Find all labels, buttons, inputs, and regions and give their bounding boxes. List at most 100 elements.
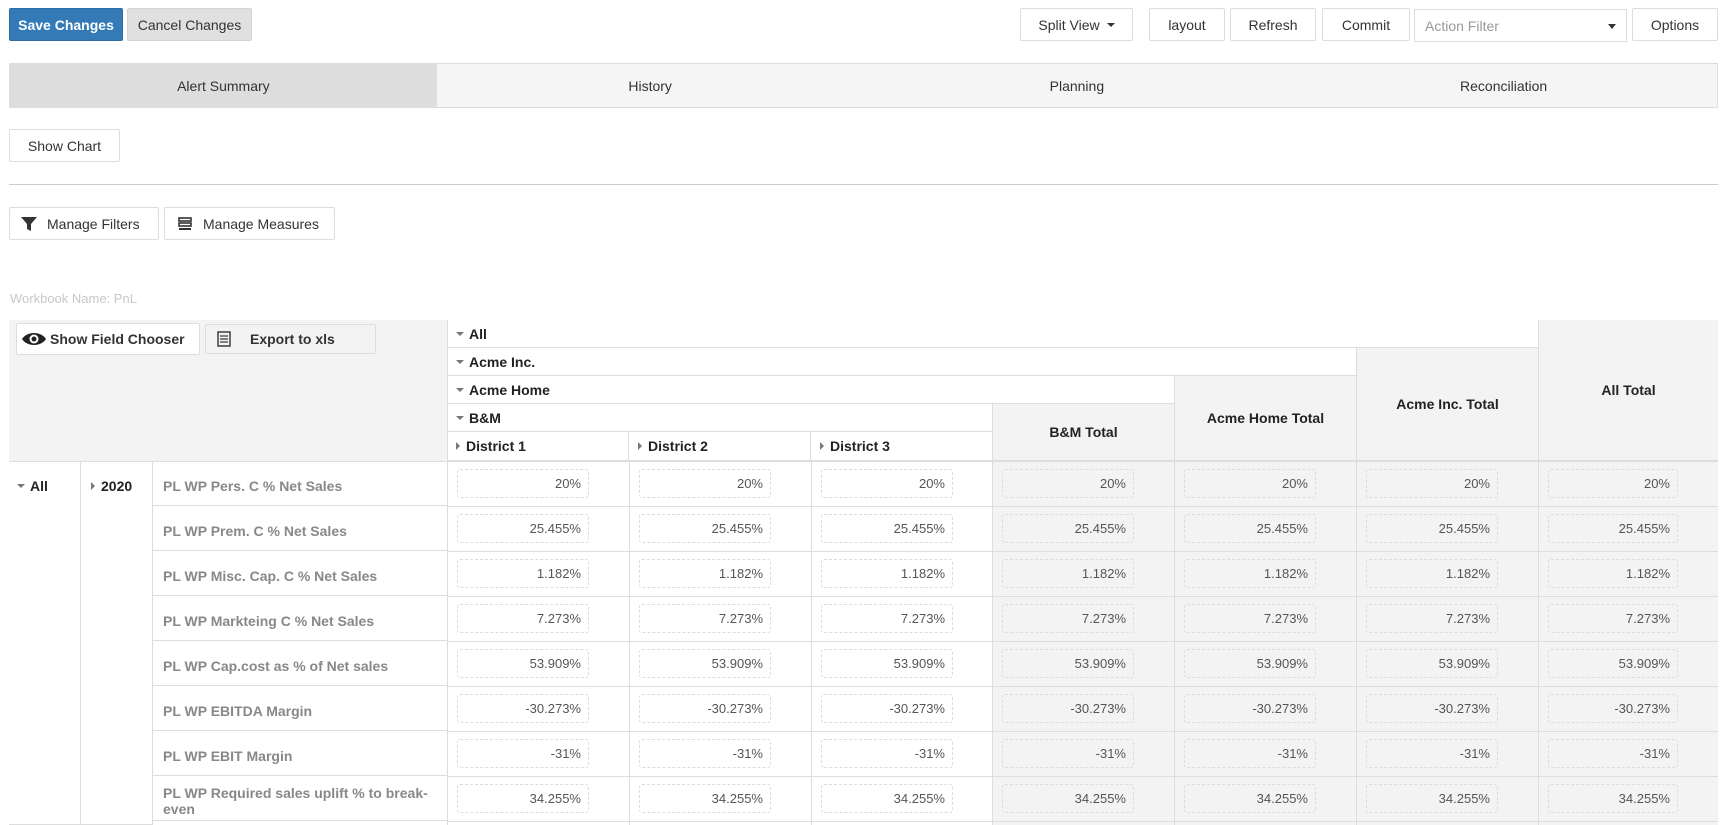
cancel-changes-button[interactable]: Cancel Changes — [127, 8, 252, 41]
value-cell[interactable]: 25.455% — [1002, 514, 1134, 543]
grid-line — [992, 404, 993, 825]
value-cell[interactable]: 34.255% — [457, 784, 589, 813]
row-header-year-cell[interactable]: 2020 — [81, 461, 153, 825]
value-cell[interactable]: 34.255% — [639, 784, 771, 813]
value-cell[interactable]: 20% — [1366, 469, 1498, 498]
row-label: PL WP EBITDA Margin — [153, 686, 447, 731]
tab-planning[interactable]: Planning — [863, 64, 1291, 107]
value-cell[interactable]: -31% — [457, 739, 589, 768]
grid-line — [447, 686, 1718, 687]
commit-button[interactable]: Commit — [1322, 8, 1410, 41]
value-cell[interactable]: 53.909% — [1184, 649, 1316, 678]
col-header-district-2[interactable]: District 2 — [629, 432, 811, 461]
tab-history[interactable]: History — [436, 64, 864, 107]
action-filter-select[interactable]: Action Filter — [1414, 9, 1627, 42]
col-header-acme-home-label: Acme Home — [469, 381, 550, 398]
col-header-acme-home[interactable]: Acme Home — [447, 376, 1184, 404]
value-cell[interactable]: 25.455% — [1184, 514, 1316, 543]
col-header-acme-inc[interactable]: Acme Inc. — [447, 348, 1365, 376]
col-header-district-3-label: District 3 — [830, 438, 890, 454]
value-cell[interactable]: -31% — [1184, 739, 1316, 768]
value-cell[interactable]: 1.182% — [821, 559, 953, 588]
value-cell[interactable]: 34.255% — [1184, 784, 1316, 813]
expand-icon — [91, 482, 95, 490]
value-cell[interactable]: 25.455% — [457, 514, 589, 543]
refresh-button[interactable]: Refresh — [1230, 8, 1316, 41]
col-header-district-3[interactable]: District 3 — [811, 432, 992, 461]
value-cell[interactable]: 20% — [1002, 469, 1134, 498]
col-header-acme-home-total: Acme Home Total — [1174, 376, 1356, 461]
value-cell[interactable]: 7.273% — [1366, 604, 1498, 633]
value-cell[interactable]: 7.273% — [639, 604, 771, 633]
value-cell[interactable]: -31% — [1548, 739, 1678, 768]
value-cell[interactable]: 25.455% — [1548, 514, 1678, 543]
value-cell[interactable]: -31% — [639, 739, 771, 768]
value-cell[interactable]: 1.182% — [639, 559, 771, 588]
value-cell[interactable]: 20% — [457, 469, 589, 498]
value-cell[interactable]: 34.255% — [821, 784, 953, 813]
show-chart-button[interactable]: Show Chart — [9, 129, 120, 162]
value-cell[interactable]: 34.255% — [1366, 784, 1498, 813]
split-view-button[interactable]: Split View — [1020, 8, 1133, 41]
value-cell[interactable]: 34.255% — [1548, 784, 1678, 813]
value-cell[interactable]: 1.182% — [1366, 559, 1498, 588]
export-xls-button[interactable]: Export to xls — [205, 324, 376, 354]
save-changes-button[interactable]: Save Changes — [9, 8, 123, 41]
grid-line — [447, 320, 448, 825]
value-cell[interactable]: -30.273% — [639, 694, 771, 723]
manage-filters-button[interactable]: Manage Filters — [9, 207, 159, 240]
layout-button[interactable]: layout — [1149, 8, 1225, 41]
value-cell[interactable]: 20% — [1184, 469, 1316, 498]
value-cell[interactable]: 1.182% — [1548, 559, 1678, 588]
value-cell[interactable]: 7.273% — [1184, 604, 1316, 633]
value-cell[interactable]: 1.182% — [457, 559, 589, 588]
expand-icon — [638, 442, 642, 450]
value-cell[interactable]: -31% — [1002, 739, 1134, 768]
tab-alert-summary[interactable]: Alert Summary — [10, 64, 437, 107]
value-cell[interactable]: 7.273% — [821, 604, 953, 633]
value-cell[interactable]: -30.273% — [1366, 694, 1498, 723]
value-cell[interactable]: -30.273% — [1184, 694, 1316, 723]
value-cell[interactable]: 34.255% — [1002, 784, 1134, 813]
value-cell[interactable]: 53.909% — [457, 649, 589, 678]
value-cell[interactable]: 53.909% — [1548, 649, 1678, 678]
collapse-icon — [456, 387, 464, 392]
value-cell[interactable]: -30.273% — [821, 694, 953, 723]
value-cell[interactable]: 7.273% — [1548, 604, 1678, 633]
split-view-label: Split View — [1038, 16, 1100, 33]
value-cell[interactable]: 20% — [821, 469, 953, 498]
tab-reconciliation[interactable]: Reconciliation — [1290, 64, 1717, 107]
pivot-grid: Show Field Chooser Export to xls All Acm… — [9, 320, 1718, 825]
value-cell[interactable]: 1.182% — [1002, 559, 1134, 588]
value-cell[interactable]: -31% — [821, 739, 953, 768]
show-field-chooser-button[interactable]: Show Field Chooser — [16, 323, 200, 355]
value-cell[interactable]: 53.909% — [1366, 649, 1498, 678]
grid-line — [447, 506, 1718, 507]
value-cell[interactable]: 7.273% — [1002, 604, 1134, 633]
value-cell[interactable]: 1.182% — [1184, 559, 1316, 588]
value-cell[interactable]: 20% — [639, 469, 771, 498]
value-cell[interactable]: -30.273% — [457, 694, 589, 723]
manage-measures-button[interactable]: Manage Measures — [164, 207, 335, 240]
value-cell[interactable]: 53.909% — [639, 649, 771, 678]
value-cell[interactable]: 25.455% — [1366, 514, 1498, 543]
value-cell[interactable]: -31% — [1366, 739, 1498, 768]
value-cell[interactable]: 25.455% — [639, 514, 771, 543]
value-cell[interactable]: 53.909% — [821, 649, 953, 678]
col-header-all-total: All Total — [1538, 320, 1718, 461]
col-header-district-1[interactable]: District 1 — [447, 432, 629, 461]
row-label: PL WP Markteing C % Net Sales — [153, 596, 447, 641]
value-cell[interactable]: 25.455% — [821, 514, 953, 543]
value-cell[interactable]: 53.909% — [1002, 649, 1134, 678]
grid-line — [1538, 320, 1539, 825]
value-cell[interactable]: 7.273% — [457, 604, 589, 633]
value-cell[interactable]: 20% — [1548, 469, 1678, 498]
row-header-all-cell[interactable]: All — [9, 461, 81, 825]
collapse-icon — [17, 484, 25, 488]
col-header-bm[interactable]: B&M — [447, 404, 992, 432]
value-cell[interactable]: -30.273% — [1002, 694, 1134, 723]
grid-line — [811, 461, 812, 825]
col-header-all[interactable]: All — [447, 320, 1548, 348]
value-cell[interactable]: -30.273% — [1548, 694, 1678, 723]
options-button[interactable]: Options — [1632, 8, 1718, 41]
